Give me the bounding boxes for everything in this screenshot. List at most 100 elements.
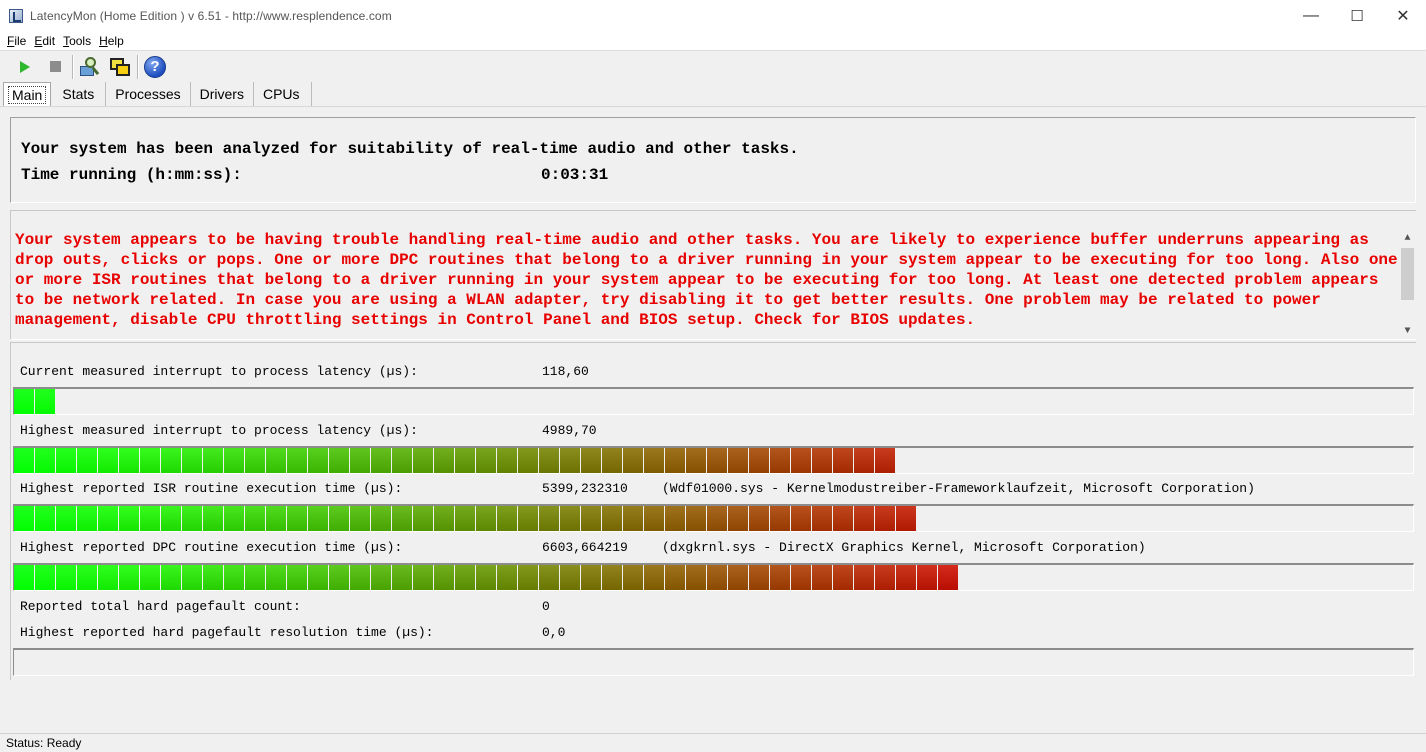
- meter-segment: [434, 448, 454, 473]
- tab-processes[interactable]: Processes: [106, 82, 191, 106]
- meter-segment: [182, 448, 202, 473]
- scroll-thumb[interactable]: [1401, 248, 1414, 300]
- current-latency-value: 118,60: [542, 364, 589, 379]
- windows-icon: [109, 56, 131, 78]
- meter-segment: [770, 565, 790, 590]
- meter-segment: [707, 565, 727, 590]
- highest-latency-value: 4989,70: [542, 423, 597, 438]
- isr-meter-fill: [14, 506, 917, 531]
- dpc-meter-fill: [14, 565, 959, 590]
- meter-segment: [623, 448, 643, 473]
- meter-segment: [224, 448, 244, 473]
- analyze-button[interactable]: [77, 54, 103, 80]
- scroll-up-icon[interactable]: ▲: [1399, 230, 1416, 247]
- meter-segment: [35, 448, 55, 473]
- meter-segment: [476, 448, 496, 473]
- conclusion-scrollbar[interactable]: ▲ ▼: [1399, 230, 1416, 339]
- dpc-value: 6603,664219: [542, 540, 628, 555]
- current-latency-label: Current measured interrupt to process la…: [20, 364, 418, 379]
- meter-segment: [119, 565, 139, 590]
- meter-segment: [182, 506, 202, 531]
- meter-segment: [791, 448, 811, 473]
- meter-segment: [707, 506, 727, 531]
- meter-segment: [56, 506, 76, 531]
- tab-main[interactable]: Main: [3, 82, 52, 107]
- scroll-down-icon[interactable]: ▼: [1399, 323, 1416, 339]
- meter-segment: [350, 448, 370, 473]
- conclusion-text: Your system appears to be having trouble…: [15, 231, 1398, 329]
- tab-stats[interactable]: Stats: [51, 82, 107, 106]
- meter-segment: [14, 448, 34, 473]
- stop-button[interactable]: [42, 54, 68, 80]
- menu-help[interactable]: Help: [99, 34, 124, 48]
- minimize-button[interactable]: —: [1288, 0, 1334, 31]
- pagefault-time-meter: [13, 648, 1414, 676]
- meter-segment: [266, 506, 286, 531]
- tab-drivers[interactable]: Drivers: [191, 82, 254, 106]
- meter-segment: [203, 565, 223, 590]
- highest-latency-meter-fill: [14, 448, 896, 473]
- meter-segment: [455, 448, 475, 473]
- meter-segment: [833, 565, 853, 590]
- meter-segment: [896, 565, 916, 590]
- meter-segment: [812, 506, 832, 531]
- meter-segment: [266, 448, 286, 473]
- meter-segment: [329, 565, 349, 590]
- meter-segment: [665, 448, 685, 473]
- close-button[interactable]: ✕: [1380, 0, 1426, 31]
- maximize-button[interactable]: ☐: [1334, 0, 1380, 31]
- meter-segment: [392, 506, 412, 531]
- play-icon: [20, 60, 30, 73]
- meter-segment: [371, 448, 391, 473]
- meter-segment: [497, 565, 517, 590]
- menu-edit[interactable]: Edit: [34, 34, 55, 48]
- meter-segment: [749, 565, 769, 590]
- status-bar: Status: Ready: [0, 733, 1426, 752]
- pagefault-time-label: Highest reported hard pagefault resoluti…: [20, 625, 434, 640]
- help-button[interactable]: ?: [142, 54, 168, 80]
- meter-segment: [77, 506, 97, 531]
- meter-segment: [770, 506, 790, 531]
- meter-segment: [728, 448, 748, 473]
- meter-segment: [749, 506, 769, 531]
- meter-segment: [224, 565, 244, 590]
- isr-driver-detail: (Wdf01000.sys - Kernelmodustreiber-Frame…: [662, 481, 1255, 496]
- meter-segment: [917, 565, 937, 590]
- meter-segment: [35, 565, 55, 590]
- meter-segment: [35, 389, 55, 414]
- meter-segment: [812, 565, 832, 590]
- meter-segment: [665, 506, 685, 531]
- dpc-meter: [13, 563, 1414, 591]
- current-latency-meter: [13, 387, 1414, 415]
- meter-segment: [812, 448, 832, 473]
- meter-segment: [455, 506, 475, 531]
- start-button[interactable]: [12, 54, 38, 80]
- stop-icon: [49, 61, 61, 72]
- meter-segment: [623, 506, 643, 531]
- windows-button[interactable]: [107, 54, 133, 80]
- meter-segment: [434, 506, 454, 531]
- meter-segment: [854, 565, 874, 590]
- meter-segment: [833, 506, 853, 531]
- meter-segment: [560, 448, 580, 473]
- meter-segment: [539, 506, 559, 531]
- title-bar: LatencyMon (Home Edition ) v 6.51 - http…: [0, 0, 1426, 31]
- meter-segment: [749, 448, 769, 473]
- menu-file[interactable]: File: [7, 34, 26, 48]
- meter-segment: [875, 506, 895, 531]
- menu-bar: File Edit Tools Help: [0, 31, 1426, 50]
- meter-segment: [287, 565, 307, 590]
- tab-cpus[interactable]: CPUs: [254, 82, 312, 106]
- meter-segment: [581, 448, 601, 473]
- meter-segment: [644, 448, 664, 473]
- meter-segment: [539, 565, 559, 590]
- meter-segment: [245, 448, 265, 473]
- meter-segment: [182, 565, 202, 590]
- meter-segment: [392, 565, 412, 590]
- meter-segment: [56, 448, 76, 473]
- conclusion-panel[interactable]: Your system appears to be having trouble…: [10, 210, 1416, 340]
- menu-tools[interactable]: Tools: [63, 34, 91, 48]
- meter-segment: [581, 506, 601, 531]
- meter-segment: [497, 506, 517, 531]
- meter-segment: [14, 389, 34, 414]
